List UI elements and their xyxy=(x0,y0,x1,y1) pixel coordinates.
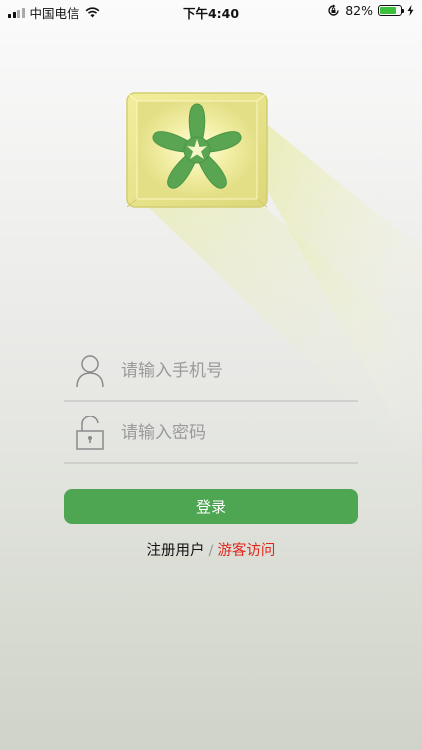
rotation-lock-icon xyxy=(328,4,339,16)
password-field xyxy=(64,404,358,464)
battery-percent: 82% xyxy=(345,3,373,18)
login-button[interactable]: 登录 xyxy=(64,489,358,524)
phone-field xyxy=(64,342,358,402)
charging-bolt-icon xyxy=(407,5,414,16)
password-input[interactable] xyxy=(121,418,351,448)
account-links: 注册用户 / 游客访问 xyxy=(0,539,422,560)
user-icon xyxy=(76,355,104,388)
lock-icon xyxy=(76,416,104,450)
battery-fill xyxy=(380,7,397,14)
battery-icon xyxy=(378,5,404,16)
guest-access-link[interactable]: 游客访问 xyxy=(217,543,275,559)
phone-input[interactable] xyxy=(121,356,351,386)
status-right: 82% xyxy=(327,3,414,18)
register-link[interactable]: 注册用户 xyxy=(147,543,205,559)
app-logo xyxy=(126,92,268,208)
link-separator: / xyxy=(208,543,214,559)
status-bar: 中国电信 下午4:40 82% xyxy=(0,0,422,22)
